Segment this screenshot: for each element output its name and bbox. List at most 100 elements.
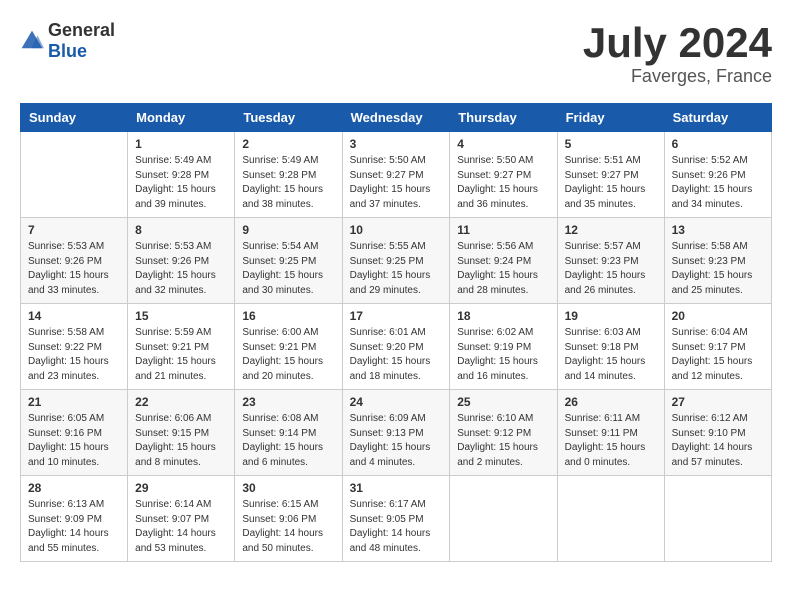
title-block: July 2024 Faverges, France bbox=[583, 20, 772, 87]
day-number: 9 bbox=[242, 223, 334, 237]
calendar-cell: 19 Sunrise: 6:03 AM Sunset: 9:18 PM Dayli… bbox=[557, 304, 664, 390]
calendar-week-row: 7 Sunrise: 5:53 AM Sunset: 9:26 PM Daylig… bbox=[21, 218, 772, 304]
day-info: Sunrise: 6:03 AM Sunset: 9:18 PM Dayligh… bbox=[565, 326, 657, 384]
day-info: Sunrise: 6:02 AM Sunset: 9:19 PM Dayligh… bbox=[457, 326, 549, 384]
calendar-cell: 26 Sunrise: 6:11 AM Sunset: 9:11 PM Dayli… bbox=[557, 390, 664, 476]
calendar-cell: 31 Sunrise: 6:17 AM Sunset: 9:05 PM Dayli… bbox=[342, 476, 450, 562]
day-number: 2 bbox=[242, 137, 334, 151]
weekday-header: Friday bbox=[557, 104, 664, 132]
calendar-cell: 11 Sunrise: 5:56 AM Sunset: 9:24 PM Dayli… bbox=[450, 218, 557, 304]
calendar-week-row: 21Sunrise: 6:05 AM Sunset: 9:16 PM Dayli… bbox=[21, 390, 772, 476]
day-number: 14 bbox=[28, 309, 120, 323]
calendar-cell: 13 Sunrise: 5:58 AM Sunset: 9:23 PM Dayli… bbox=[664, 218, 771, 304]
calendar-week-row: 1 Sunrise: 5:49 AM Sunset: 9:28 PM Daylig… bbox=[21, 132, 772, 218]
weekday-header: Wednesday bbox=[342, 104, 450, 132]
calendar-cell: 5 Sunrise: 5:51 AM Sunset: 9:27 PM Daylig… bbox=[557, 132, 664, 218]
calendar-cell bbox=[21, 132, 128, 218]
day-info: Sunrise: 6:13 AM Sunset: 9:09 PM Dayligh… bbox=[28, 498, 120, 556]
day-info: Sunrise: 5:56 AM Sunset: 9:24 PM Dayligh… bbox=[457, 240, 549, 298]
day-info: Sunrise: 5:55 AM Sunset: 9:25 PM Dayligh… bbox=[350, 240, 443, 298]
day-info: Sunrise: 6:12 AM Sunset: 9:10 PM Dayligh… bbox=[672, 412, 764, 470]
day-number: 7 bbox=[28, 223, 120, 237]
day-number: 30 bbox=[242, 481, 334, 495]
day-info: Sunrise: 6:00 AM Sunset: 9:21 PM Dayligh… bbox=[242, 326, 334, 384]
day-number: 25 bbox=[457, 395, 549, 409]
day-info: Sunrise: 5:54 AM Sunset: 9:25 PM Dayligh… bbox=[242, 240, 334, 298]
day-info: Sunrise: 5:58 AM Sunset: 9:22 PM Dayligh… bbox=[28, 326, 120, 384]
logo-text: General Blue bbox=[48, 20, 115, 62]
calendar-cell: 1Sunrise: 5:49 AM Sunset: 9:28 PM Daylig… bbox=[128, 132, 235, 218]
day-number: 27 bbox=[672, 395, 764, 409]
day-info: Sunrise: 5:52 AM Sunset: 9:26 PM Dayligh… bbox=[672, 154, 764, 212]
calendar-cell: 17Sunrise: 6:01 AM Sunset: 9:20 PM Dayli… bbox=[342, 304, 450, 390]
calendar-cell: 4 Sunrise: 5:50 AM Sunset: 9:27 PM Daylig… bbox=[450, 132, 557, 218]
day-number: 18 bbox=[457, 309, 549, 323]
day-info: Sunrise: 5:57 AM Sunset: 9:23 PM Dayligh… bbox=[565, 240, 657, 298]
day-number: 23 bbox=[242, 395, 334, 409]
day-number: 6 bbox=[672, 137, 764, 151]
calendar-cell: 2 Sunrise: 5:49 AM Sunset: 9:28 PM Daylig… bbox=[235, 132, 342, 218]
day-number: 10 bbox=[350, 223, 443, 237]
day-info: Sunrise: 5:53 AM Sunset: 9:26 PM Dayligh… bbox=[28, 240, 120, 298]
calendar-cell: 28 Sunrise: 6:13 AM Sunset: 9:09 PM Dayli… bbox=[21, 476, 128, 562]
weekday-header: Tuesday bbox=[235, 104, 342, 132]
day-number: 28 bbox=[28, 481, 120, 495]
logo: General Blue bbox=[20, 20, 115, 62]
day-number: 5 bbox=[565, 137, 657, 151]
day-number: 17 bbox=[350, 309, 443, 323]
day-info: Sunrise: 6:08 AM Sunset: 9:14 PM Dayligh… bbox=[242, 412, 334, 470]
day-info: Sunrise: 6:17 AM Sunset: 9:05 PM Dayligh… bbox=[350, 498, 443, 556]
day-info: Sunrise: 6:15 AM Sunset: 9:06 PM Dayligh… bbox=[242, 498, 334, 556]
calendar-cell: 16 Sunrise: 6:00 AM Sunset: 9:21 PM Dayli… bbox=[235, 304, 342, 390]
day-number: 8 bbox=[135, 223, 227, 237]
calendar-body: 1 Sunrise: 5:49 AM Sunset: 9:28 PM Daylig… bbox=[21, 132, 772, 562]
calendar-week-row: 28 Sunrise: 6:13 AM Sunset: 9:09 PM Dayli… bbox=[21, 476, 772, 562]
weekday-header: Thursday bbox=[450, 104, 557, 132]
day-info: Sunrise: 5:49 AM Sunset: 9:28 PM Dayligh… bbox=[242, 154, 334, 212]
calendar-cell: 25Sunrise: 6:10 AM Sunset: 9:12 PM Dayli… bbox=[450, 390, 557, 476]
day-number: 20 bbox=[672, 309, 764, 323]
weekday-header: Sunday bbox=[21, 104, 128, 132]
calendar-cell: 22Sunrise: 6:06 AM Sunset: 9:15 PM Dayli… bbox=[128, 390, 235, 476]
day-info: Sunrise: 6:04 AM Sunset: 9:17 PM Dayligh… bbox=[672, 326, 764, 384]
day-number: 3 bbox=[350, 137, 443, 151]
calendar-cell: 27 Sunrise: 6:12 AM Sunset: 9:10 PM Dayli… bbox=[664, 390, 771, 476]
day-number: 11 bbox=[457, 223, 549, 237]
day-number: 31 bbox=[350, 481, 443, 495]
calendar-cell: 29Sunrise: 6:14 AM Sunset: 9:07 PM Dayli… bbox=[128, 476, 235, 562]
day-info: Sunrise: 6:09 AM Sunset: 9:13 PM Dayligh… bbox=[350, 412, 443, 470]
day-info: Sunrise: 5:53 AM Sunset: 9:26 PM Dayligh… bbox=[135, 240, 227, 298]
day-info: Sunrise: 5:50 AM Sunset: 9:27 PM Dayligh… bbox=[457, 154, 549, 212]
day-number: 16 bbox=[242, 309, 334, 323]
day-info: Sunrise: 6:05 AM Sunset: 9:16 PM Dayligh… bbox=[28, 412, 120, 470]
day-number: 13 bbox=[672, 223, 764, 237]
day-number: 1 bbox=[135, 137, 227, 151]
day-number: 19 bbox=[565, 309, 657, 323]
logo-blue: Blue bbox=[48, 41, 87, 61]
day-number: 29 bbox=[135, 481, 227, 495]
day-number: 15 bbox=[135, 309, 227, 323]
day-number: 24 bbox=[350, 395, 443, 409]
day-number: 4 bbox=[457, 137, 549, 151]
weekday-header: Monday bbox=[128, 104, 235, 132]
calendar-cell: 30 Sunrise: 6:15 AM Sunset: 9:06 PM Dayli… bbox=[235, 476, 342, 562]
calendar-cell bbox=[664, 476, 771, 562]
day-info: Sunrise: 5:59 AM Sunset: 9:21 PM Dayligh… bbox=[135, 326, 227, 384]
day-info: Sunrise: 5:51 AM Sunset: 9:27 PM Dayligh… bbox=[565, 154, 657, 212]
calendar-cell: 8 Sunrise: 5:53 AM Sunset: 9:26 PM Daylig… bbox=[128, 218, 235, 304]
calendar-cell bbox=[557, 476, 664, 562]
calendar-cell: 3 Sunrise: 5:50 AM Sunset: 9:27 PM Daylig… bbox=[342, 132, 450, 218]
calendar-cell: 18 Sunrise: 6:02 AM Sunset: 9:19 PM Dayli… bbox=[450, 304, 557, 390]
day-info: Sunrise: 5:58 AM Sunset: 9:23 PM Dayligh… bbox=[672, 240, 764, 298]
day-info: Sunrise: 5:50 AM Sunset: 9:27 PM Dayligh… bbox=[350, 154, 443, 212]
calendar-cell: 21Sunrise: 6:05 AM Sunset: 9:16 PM Dayli… bbox=[21, 390, 128, 476]
title-month: July 2024 bbox=[583, 20, 772, 66]
calendar-table: SundayMondayTuesdayWednesdayThursdayFrid… bbox=[20, 103, 772, 562]
logo-icon bbox=[20, 29, 44, 53]
calendar-cell: 23 Sunrise: 6:08 AM Sunset: 9:14 PM Dayli… bbox=[235, 390, 342, 476]
calendar-header-row: SundayMondayTuesdayWednesdayThursdayFrid… bbox=[21, 104, 772, 132]
calendar-cell: 10 Sunrise: 5:55 AM Sunset: 9:25 PM Dayli… bbox=[342, 218, 450, 304]
day-info: Sunrise: 6:11 AM Sunset: 9:11 PM Dayligh… bbox=[565, 412, 657, 470]
title-location: Faverges, France bbox=[583, 66, 772, 87]
day-number: 26 bbox=[565, 395, 657, 409]
